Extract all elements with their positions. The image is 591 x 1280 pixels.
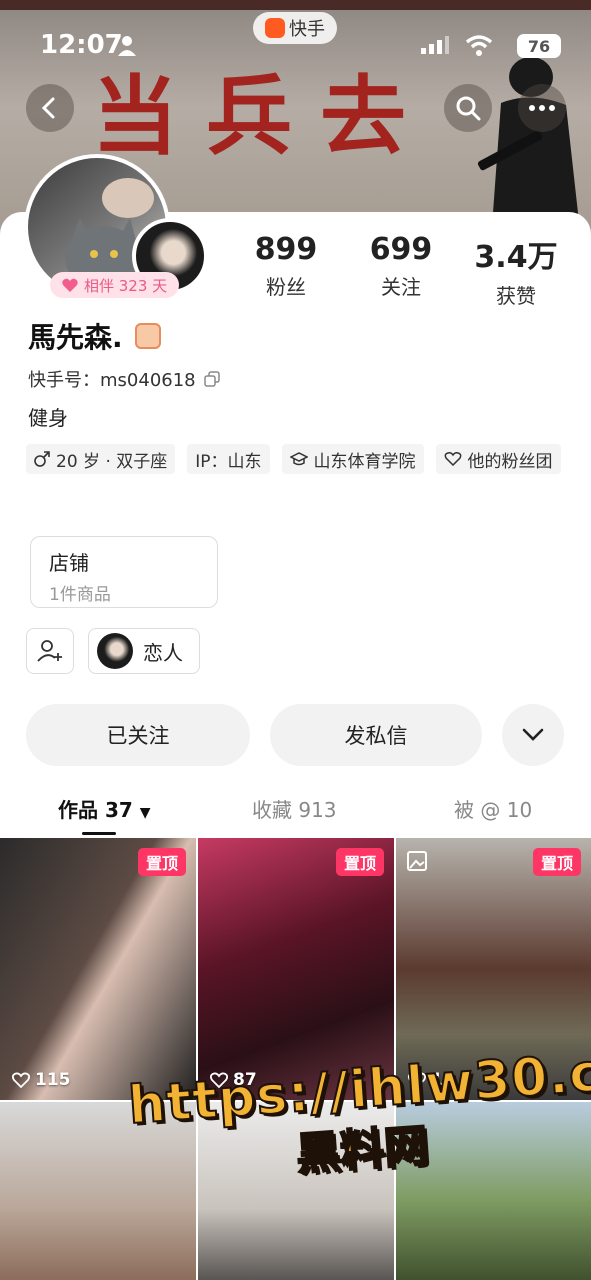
- stat-label: 获赞: [496, 284, 536, 308]
- app-name: 快手: [289, 19, 325, 40]
- stat-value: 3.4万: [474, 240, 558, 275]
- like-count: 115: [12, 1070, 71, 1090]
- heart-outline-icon: [12, 1072, 30, 1088]
- followed-button[interactable]: 已关注: [26, 704, 250, 766]
- video-tile[interactable]: [198, 1102, 394, 1280]
- video-tile[interactable]: 置顶 87: [198, 838, 394, 1100]
- stat-value: 899: [254, 232, 318, 267]
- user-id-text: 快手号：ms040618: [28, 370, 196, 391]
- shop-subtitle: 1件商品: [49, 585, 111, 605]
- shop-card[interactable]: 店铺 1件商品: [30, 536, 218, 608]
- expand-button[interactable]: [502, 704, 564, 766]
- kuaishou-logo-icon: [265, 18, 285, 38]
- username: 馬先森.: [28, 321, 123, 354]
- heart-icon: [62, 278, 78, 292]
- heart-outline-icon: [408, 1072, 426, 1088]
- battery-indicator: 76: [517, 34, 561, 58]
- chevron-left-icon: [41, 97, 55, 119]
- level-badge-icon[interactable]: [134, 323, 161, 349]
- profile-name: 馬先森.: [28, 316, 161, 356]
- tab-works[interactable]: 作品 37 ▼: [58, 794, 151, 823]
- wifi-icon: [465, 35, 493, 56]
- back-button[interactable]: [26, 84, 74, 132]
- profile-tags: 20 岁 · 双子座 IP：山东 山东体育学院 他的粉丝团: [26, 444, 566, 474]
- content-tabs: 作品 37 ▼ 收藏 913 被 @ 10: [0, 790, 591, 836]
- more-dots-icon: [529, 105, 555, 111]
- status-bar: 12:07 快手 76: [40, 12, 561, 64]
- search-button[interactable]: [444, 84, 492, 132]
- status-time: 12:07: [40, 30, 123, 60]
- relation-label: 恋人: [143, 640, 183, 665]
- relation-avatar: [97, 633, 133, 669]
- companion-days: 相伴 323 天: [84, 276, 168, 295]
- message-button[interactable]: 发私信: [270, 704, 482, 766]
- like-count: 1: [408, 1070, 443, 1090]
- like-count-text: 1: [431, 1070, 443, 1090]
- signal-icon: [421, 36, 449, 54]
- search-icon: [456, 96, 481, 121]
- stat-value: 699: [369, 232, 433, 267]
- relation-chip[interactable]: 恋人: [88, 628, 200, 674]
- stat-label: 关注: [381, 275, 421, 299]
- tab-favorites[interactable]: 收藏 913: [252, 794, 337, 823]
- profile-stats: 899 粉丝 699 关注 3.4万 获赞: [236, 232, 566, 309]
- app-indicator[interactable]: 快手: [253, 12, 337, 44]
- tag-ip: IP：山东: [187, 444, 270, 474]
- bio: 健身: [28, 406, 68, 430]
- tag-school-text: 山东体育学院: [313, 451, 416, 472]
- tab-works-label: 作品 37: [58, 798, 133, 822]
- graduation-cap-icon: [289, 452, 308, 466]
- pinned-badge: 置顶: [532, 848, 581, 876]
- like-count-text: 115: [35, 1070, 71, 1090]
- add-friend-button[interactable]: [26, 628, 74, 674]
- pinned-badge: 置顶: [335, 848, 384, 876]
- tab-indicator: [82, 832, 116, 835]
- fan-group-heart-icon: [444, 452, 461, 466]
- stat-following[interactable]: 699 关注: [351, 232, 451, 309]
- companion-badge: 相伴 323 天: [50, 272, 180, 298]
- shop-title: 店铺: [49, 551, 89, 575]
- like-count-text: 87: [233, 1070, 257, 1090]
- tag-fan-group[interactable]: 他的粉丝团: [435, 444, 561, 474]
- tag-age-text: 20 岁 · 双子座: [56, 451, 168, 472]
- male-icon: [34, 451, 50, 467]
- caret-down-icon: ▼: [139, 805, 151, 821]
- tab-mentions[interactable]: 被 @ 10: [454, 794, 532, 823]
- pinned-badge: 置顶: [137, 848, 186, 876]
- tag-age: 20 岁 · 双子座: [26, 444, 176, 474]
- person-icon: [118, 36, 136, 56]
- video-tile[interactable]: 置顶 115: [0, 838, 196, 1100]
- works-grid: 置顶 115 置顶 87 置顶 1: [0, 838, 591, 1280]
- stat-followers[interactable]: 899 粉丝: [236, 232, 336, 309]
- user-id: 快手号：ms040618: [28, 366, 220, 392]
- add-user-icon: [37, 640, 62, 662]
- more-button[interactable]: [518, 84, 566, 132]
- like-count: 87: [210, 1070, 257, 1090]
- tag-school[interactable]: 山东体育学院: [281, 444, 424, 474]
- tag-ip-text: IP：山东: [195, 451, 262, 472]
- video-tile[interactable]: [0, 1102, 196, 1280]
- stat-likes[interactable]: 3.4万 获赞: [466, 232, 566, 309]
- profile-page: 当兵去 12:07 快手 76 相伴 323 天 899 粉丝 699 关注 3…: [0, 0, 591, 1280]
- video-tile[interactable]: 置顶 1: [396, 838, 591, 1100]
- banner-title: 当兵去: [92, 66, 434, 167]
- copy-icon[interactable]: [203, 371, 220, 387]
- video-tile[interactable]: [396, 1102, 591, 1280]
- chevron-down-icon: [522, 728, 544, 741]
- tag-fan-group-text: 他的粉丝团: [467, 451, 553, 472]
- gallery-icon: [407, 851, 427, 871]
- stat-label: 粉丝: [266, 275, 306, 299]
- heart-outline-icon: [210, 1072, 228, 1088]
